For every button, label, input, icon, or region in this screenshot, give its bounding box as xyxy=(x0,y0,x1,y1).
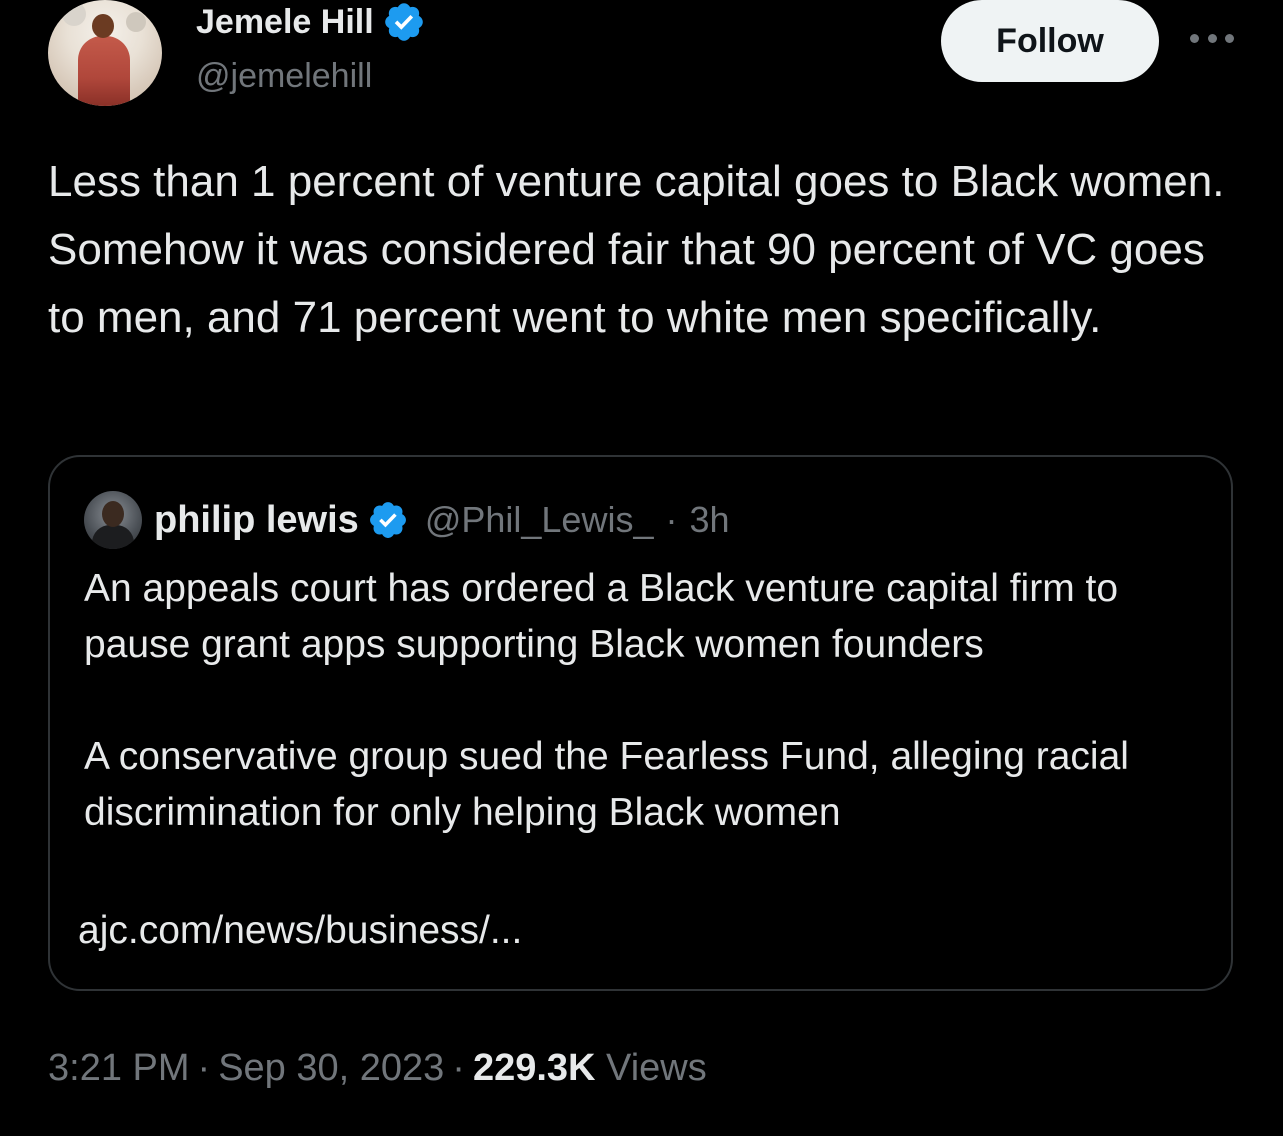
author-avatar[interactable] xyxy=(48,0,162,106)
separator-dot: · xyxy=(665,499,678,540)
separator-dot: · xyxy=(197,1047,211,1089)
views-label: Views xyxy=(606,1047,707,1089)
more-dot xyxy=(1207,33,1217,43)
more-dot xyxy=(1225,33,1234,43)
avatar-figure xyxy=(92,525,134,549)
verified-badge-icon xyxy=(384,3,423,41)
views-count[interactable]: 229.3K xyxy=(473,1047,596,1089)
tweet: Jemele Hill @jemelehill Follow Less than… xyxy=(0,0,1283,1136)
quote-link[interactable]: ajc.com/news/business/... xyxy=(78,903,522,959)
more-dot xyxy=(1190,33,1199,43)
quote-author-handle[interactable]: @Phil_Lewis_ xyxy=(425,499,654,541)
quote-author-name[interactable]: philip lewis xyxy=(154,499,359,542)
quote-author-avatar[interactable] xyxy=(84,491,142,549)
separator-dot: · xyxy=(452,1047,465,1089)
author-name[interactable]: Jemele Hill xyxy=(196,2,374,42)
avatar-decor xyxy=(62,2,86,26)
avatar-figure-head xyxy=(102,501,124,527)
author-name-row[interactable]: Jemele Hill xyxy=(196,0,426,44)
quote-paragraph: A conservative group sued the Fearless F… xyxy=(84,735,1129,834)
tweet-text: Less than 1 percent of venture capital g… xyxy=(48,157,1225,342)
quote-header: philip lewis @Phil_Lewis_ · 3h xyxy=(154,493,730,547)
tweet-meta: 3:21 PM · Sep 30, 2023 · 229.3K Views xyxy=(48,1040,707,1096)
avatar-figure xyxy=(78,36,130,106)
verified-badge-icon xyxy=(369,502,406,538)
quote-text: An appeals court has ordered a Black ven… xyxy=(84,561,1204,841)
quote-paragraph: An appeals court has ordered a Black ven… xyxy=(84,567,1119,666)
tweet-time[interactable]: 3:21 PM xyxy=(48,1047,190,1089)
avatar-figure-head xyxy=(92,14,114,38)
author-handle[interactable]: @jemelehill xyxy=(196,56,372,96)
more-horizontal-icon[interactable] xyxy=(1190,24,1234,52)
quoted-tweet[interactable]: philip lewis @Phil_Lewis_ · 3h An appeal… xyxy=(48,455,1233,991)
quote-timestamp[interactable]: 3h xyxy=(689,499,729,541)
follow-button[interactable]: Follow xyxy=(941,0,1159,82)
tweet-date[interactable]: Sep 30, 2023 xyxy=(218,1047,444,1089)
avatar-decor xyxy=(126,12,146,32)
